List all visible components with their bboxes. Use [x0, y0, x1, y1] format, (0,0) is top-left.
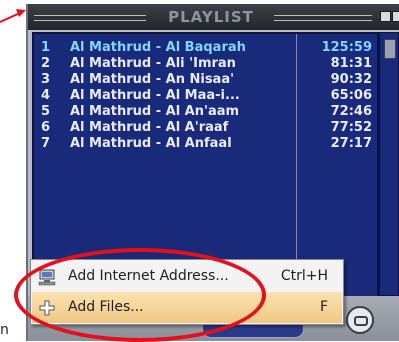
track-title: Al Mathrud - Al Anfaal [70, 136, 232, 151]
playlist-row[interactable]: 7 Al Mathrud - Al Anfaal 27:17 [34, 136, 377, 152]
playlist-row[interactable]: 2 Al Mathrud - Ali 'Imran 81:31 [34, 56, 377, 72]
title-bar[interactable]: PLAYLIST [28, 4, 399, 30]
playlist-scrollbar[interactable] [379, 32, 399, 296]
track-duration: 72:46 [330, 104, 372, 119]
playlist-row[interactable]: 5 Al Mathrud - Al An'aam 72:46 [34, 104, 377, 120]
track-title: Al Mathrud - Al An'aam [70, 104, 240, 119]
track-number: 7 [40, 136, 50, 151]
track-title: Al Mathrud - Al A'raaf [70, 120, 229, 135]
annotation-ellipse [14, 248, 266, 342]
playlist-row[interactable]: 4 Al Mathrud - Al Maa-i... 65:06 [34, 88, 377, 104]
track-duration: 90:32 [330, 72, 372, 87]
track-number: 2 [40, 56, 50, 71]
track-duration: 27:17 [330, 136, 372, 151]
playlist-row[interactable]: 6 Al Mathrud - Al A'raaf 77:52 [34, 120, 377, 136]
menu-item-shortcut: F [319, 299, 328, 315]
title-rule-left [34, 15, 146, 21]
playlist-row[interactable]: 3 Al Mathrud - An Nisaa' 90:32 [34, 72, 377, 88]
misc-options-button[interactable] [346, 306, 374, 334]
track-duration: 81:31 [330, 56, 372, 71]
partial-background-text: n [0, 322, 9, 338]
close-button[interactable] [392, 11, 399, 22]
track-number: 4 [40, 88, 50, 103]
track-number: 1 [40, 40, 50, 55]
track-title: Al Mathrud - Al Maa-i... [70, 88, 240, 103]
annotation-arrow [0, 9, 26, 23]
track-number: 5 [40, 104, 50, 119]
scrollbar-thumb[interactable] [384, 39, 396, 59]
window-title: PLAYLIST [168, 8, 254, 26]
track-title: Al Mathrud - An Nisaa' [70, 72, 235, 87]
track-number: 6 [40, 120, 50, 135]
track-title: Al Mathrud - Al Baqarah [70, 40, 246, 55]
track-number: 3 [40, 72, 50, 87]
track-duration: 65:06 [330, 88, 372, 103]
title-rule-right [274, 15, 372, 21]
track-title: Al Mathrud - Ali 'Imran [70, 56, 236, 71]
playlist-row[interactable]: 1 Al Mathrud - Al Baqarah 125:59 [34, 40, 377, 56]
track-duration: 125:59 [321, 40, 372, 55]
menu-item-shortcut: Ctrl+H [280, 268, 328, 284]
track-duration: 77:52 [330, 120, 372, 135]
shade-button[interactable] [380, 11, 391, 22]
